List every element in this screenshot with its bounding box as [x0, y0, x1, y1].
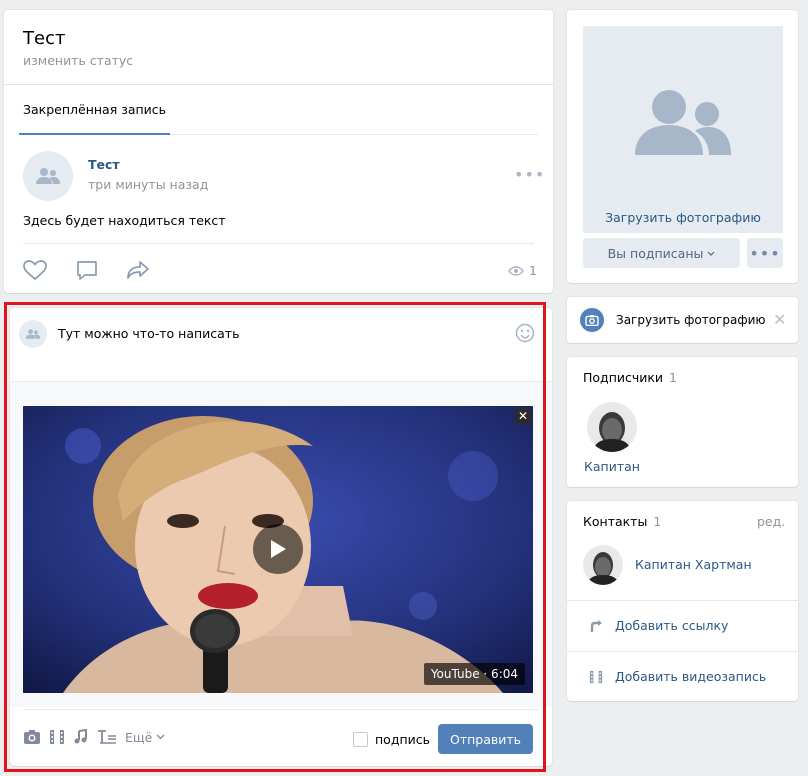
signature-label[interactable]: подпись: [375, 732, 430, 747]
play-icon: [271, 540, 286, 558]
add-link-label: Добавить ссылку: [615, 618, 729, 633]
profile-header-card: Тест изменить статус: [4, 10, 553, 84]
camera-icon[interactable]: [23, 729, 41, 745]
arrow-link-icon: [590, 619, 602, 632]
post-timestamp[interactable]: три минуты назад: [88, 177, 208, 192]
chevron-down-icon: [156, 734, 165, 740]
contacts-title-text: Контакты: [583, 514, 648, 529]
views-count: 1: [529, 263, 537, 278]
contact-name[interactable]: Капитан Хартман: [635, 557, 752, 572]
emoji-icon[interactable]: [515, 323, 535, 343]
composer-avatar: [19, 320, 47, 348]
subscriber-name[interactable]: Капитан: [567, 459, 657, 474]
subscribers-count: 1: [669, 370, 677, 385]
upload-photo-link[interactable]: Загрузить фотографию: [583, 210, 783, 225]
remove-attachment-button[interactable]: ✕: [515, 408, 531, 424]
community-icon: [36, 168, 60, 184]
subscribers-title[interactable]: Подписчики 1: [583, 370, 677, 385]
like-icon[interactable]: [23, 260, 47, 280]
add-video-label: Добавить видеозапись: [615, 669, 767, 684]
video-icon: [589, 670, 603, 683]
community-icon: [25, 329, 41, 339]
post-composer: Тут можно что-то написать ✕ YouTube · 6:…: [10, 308, 552, 766]
avatar[interactable]: [587, 402, 637, 452]
attachment-toolbar: Ещё: [23, 729, 165, 745]
post-more-menu-icon[interactable]: •••: [514, 165, 545, 184]
profile-photo-card: Загрузить фотографию Вы подписаны •••: [567, 10, 798, 283]
post-author-name[interactable]: Тест: [88, 157, 120, 172]
subscribers-title-text: Подписчики: [583, 370, 664, 385]
signature-checkbox[interactable]: [353, 732, 368, 747]
article-icon[interactable]: [97, 729, 117, 745]
contacts-divider: [567, 651, 798, 652]
close-icon[interactable]: ✕: [773, 310, 786, 329]
subscribed-button[interactable]: Вы подписаны: [583, 238, 740, 268]
profile-name: Тест: [23, 28, 66, 49]
contacts-count: 1: [653, 514, 662, 529]
contacts-title: Контакты 1: [583, 514, 661, 529]
camera-icon: [580, 308, 604, 332]
views-counter: 1: [508, 263, 537, 278]
music-icon[interactable]: [73, 729, 89, 745]
add-link-button[interactable]: Добавить ссылку: [589, 618, 728, 633]
toolbar-divider: [23, 709, 539, 710]
more-attachments-button[interactable]: Ещё: [125, 730, 165, 745]
community-placeholder-icon: [635, 90, 731, 155]
tab-pinned-post[interactable]: Закреплённая запись: [19, 85, 171, 135]
upload-photo-banner: Загрузить фотографию ✕: [567, 297, 798, 343]
video-attachment[interactable]: ✕ YouTube · 6:04: [23, 406, 533, 693]
status-edit-link[interactable]: изменить статус: [23, 53, 133, 68]
post-text: Здесь будет находиться текст: [23, 213, 226, 228]
more-actions-button[interactable]: •••: [747, 238, 783, 268]
send-button[interactable]: Отправить: [438, 724, 533, 754]
contacts-card: Контакты 1 ред. Капитан Хартман Добавить …: [567, 501, 798, 701]
subscribers-card: Подписчики 1 Капитан: [567, 357, 798, 487]
post-divider: [23, 243, 534, 244]
share-icon[interactable]: [126, 260, 150, 280]
post-text-input[interactable]: Тут можно что-то написать: [58, 326, 239, 341]
post-author-avatar[interactable]: [23, 151, 73, 201]
video-source-duration: YouTube · 6:04: [423, 663, 525, 685]
contacts-divider: [567, 600, 798, 601]
more-label: Ещё: [125, 729, 153, 745]
wall-card: Закреплённая запись Тест три минуты наза…: [4, 85, 553, 293]
comment-icon[interactable]: [76, 260, 98, 282]
profile-photo-placeholder[interactable]: Загрузить фотографию: [583, 26, 783, 233]
subscribed-label: Вы подписаны: [607, 245, 704, 261]
chevron-down-icon: [707, 251, 715, 256]
add-video-button[interactable]: Добавить видеозапись: [589, 669, 766, 684]
upload-photo-banner-label[interactable]: Загрузить фотографию: [616, 313, 766, 327]
play-button[interactable]: [253, 524, 303, 574]
edit-contacts-link[interactable]: ред.: [757, 514, 785, 529]
avatar[interactable]: [583, 545, 623, 585]
eye-icon: [508, 265, 524, 276]
video-icon[interactable]: [49, 729, 65, 745]
